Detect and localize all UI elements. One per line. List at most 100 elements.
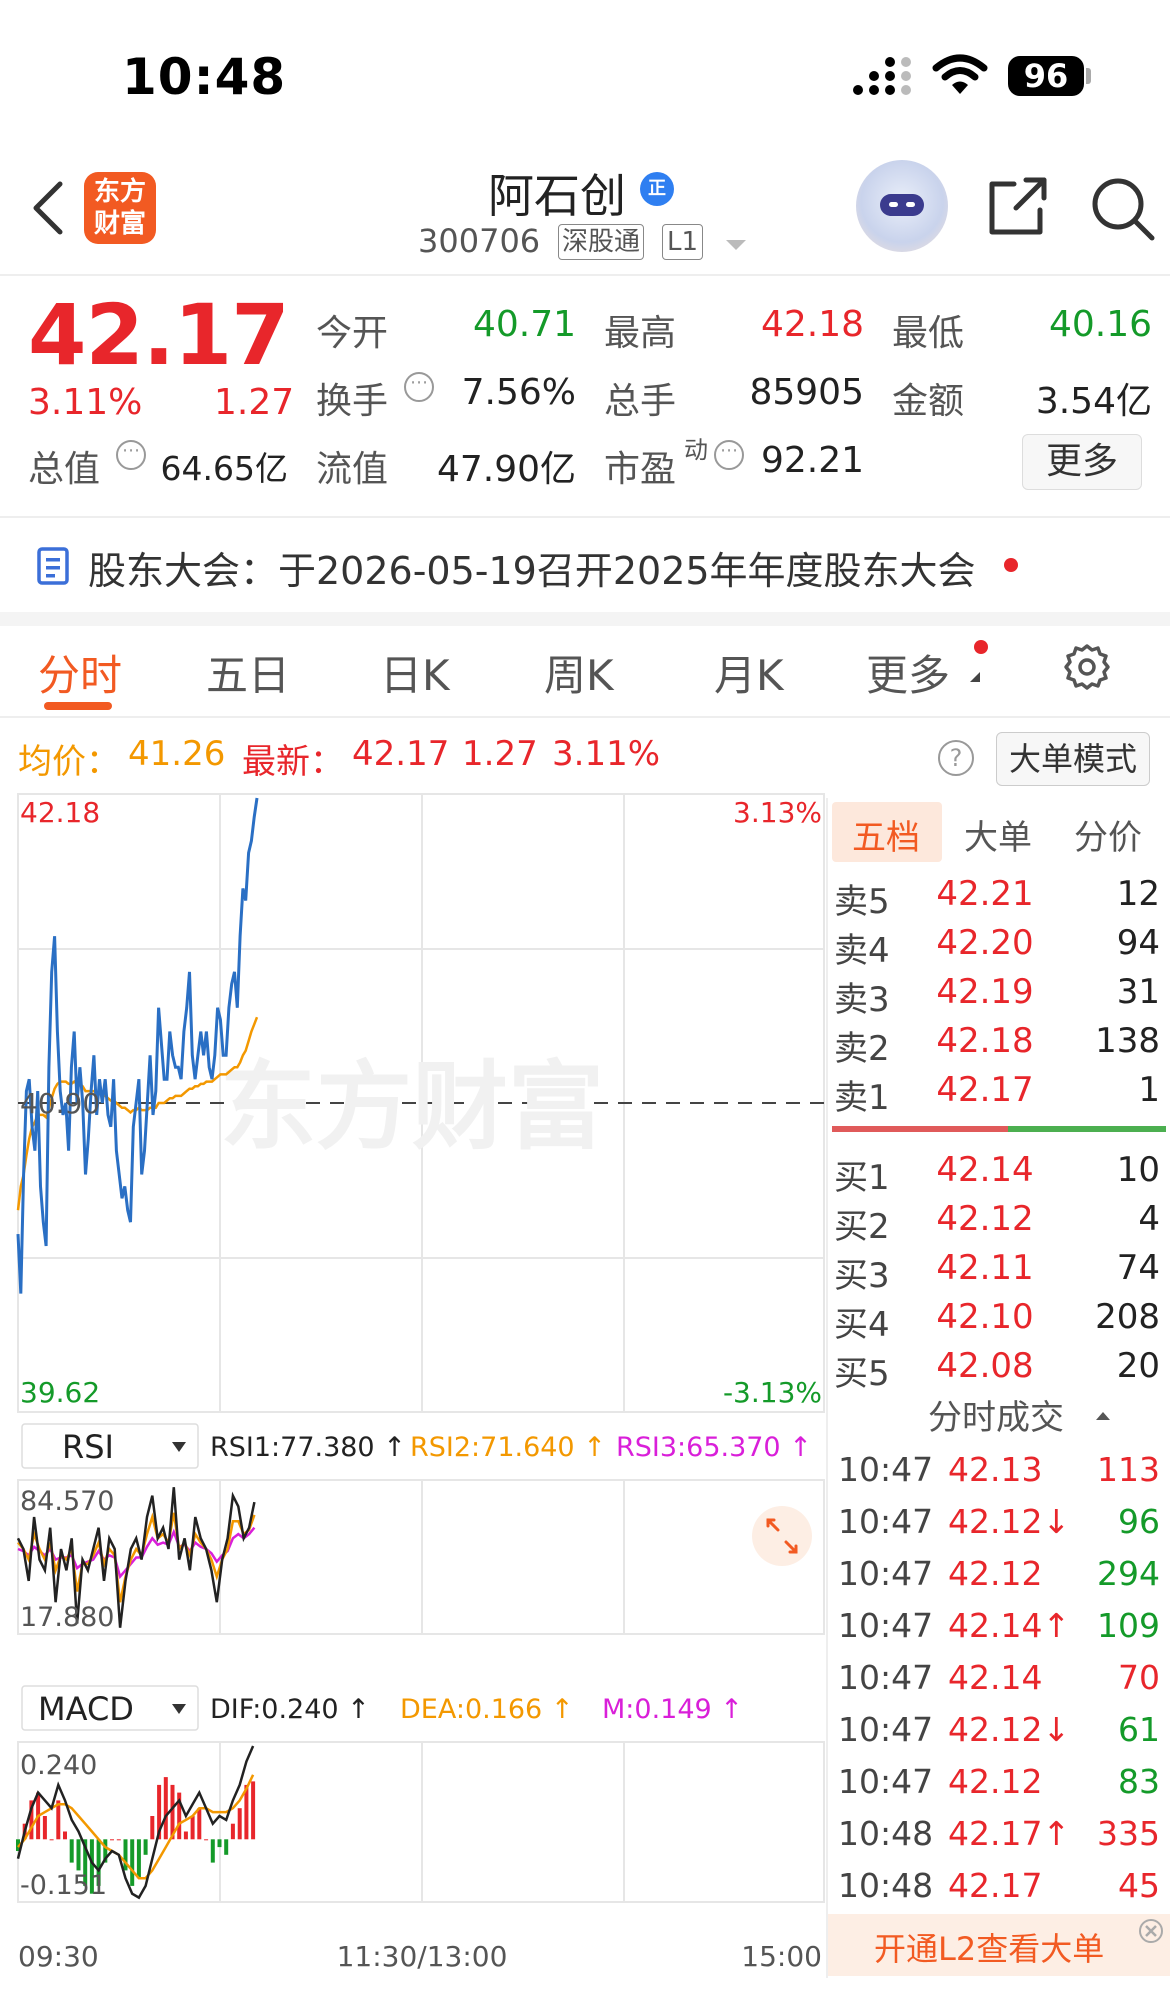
trade-time: 10:47: [838, 1658, 934, 1697]
tick-trade-row: 10:47 42.14 70: [828, 1658, 1170, 1710]
svg-text:MACD: MACD: [38, 1690, 134, 1728]
dea-label: DEA:0.166 ↑: [400, 1694, 573, 1725]
tab-weekly-k[interactable]: 周K: [544, 642, 614, 703]
level-label: 买4: [834, 1305, 890, 1345]
trade-price: 42.12: [948, 1762, 1043, 1801]
rsi-selector[interactable]: RSI: [21, 1423, 199, 1469]
help-icon[interactable]: ?: [938, 740, 974, 776]
nav-header: 东方 财富 阿石创 正 300706 深股通 L1: [0, 150, 1170, 274]
x-label-close: 15:00: [741, 1940, 822, 1973]
tab-daily-k[interactable]: 日K: [380, 642, 450, 703]
high-label: 最高: [604, 313, 677, 354]
market-cap-info-icon[interactable]: ⋯: [116, 440, 146, 470]
level-label: 买3: [834, 1256, 890, 1296]
trade-volume: 83: [1118, 1762, 1160, 1801]
trade-price: 42.12↓: [948, 1502, 1071, 1541]
macd-max-label: 0.240: [20, 1750, 97, 1781]
unread-dot: [1004, 558, 1018, 572]
trade-time: 10:47: [838, 1502, 934, 1541]
market-cap-label: 总值: [28, 449, 101, 490]
cellular-signal-icon: [853, 57, 911, 95]
expand-icon[interactable]: [752, 1506, 812, 1566]
bid-strength-bar: [1008, 1126, 1166, 1132]
big-order-mode-button[interactable]: 大单模式: [996, 732, 1150, 786]
tab-price-distribution[interactable]: 分价: [1074, 810, 1142, 859]
bid-row[interactable]: 买4 42.10 208: [828, 1297, 1170, 1345]
ask-row[interactable]: 卖2 42.18 138: [828, 1021, 1170, 1069]
macd-bar: [76, 1839, 81, 1871]
pct-max-label: 3.13%: [733, 796, 822, 829]
stock-switch-dropdown-icon[interactable]: [726, 240, 746, 250]
level-volume: 94: [1116, 923, 1160, 963]
rsi1-label: RSI1:77.380 ↑: [210, 1432, 406, 1463]
trade-time: 10:48: [838, 1814, 934, 1853]
prev-close-label: 40.90: [20, 1087, 100, 1120]
trade-price: 42.17↑: [948, 1814, 1071, 1853]
ask-row[interactable]: 卖5 42.21 12: [828, 874, 1170, 922]
bid-row[interactable]: 买3 42.11 74: [828, 1248, 1170, 1296]
level-price: 42.21: [936, 874, 1034, 914]
latest-percent-value: 3.11%: [552, 734, 661, 774]
collapse-caret-icon[interactable]: [1096, 1412, 1110, 1420]
bid-row[interactable]: 买2 42.12 4: [828, 1199, 1170, 1247]
status-time: 10:48: [122, 48, 287, 106]
macd-bar: [143, 1839, 148, 1855]
turnover-info-icon[interactable]: ⋯: [404, 372, 434, 402]
bid-row[interactable]: 买1 42.14 10: [828, 1150, 1170, 1198]
share-icon[interactable]: [986, 174, 1050, 238]
gear-icon[interactable]: [1062, 642, 1112, 692]
last-price: 42.17: [28, 286, 290, 384]
intraday-chart[interactable]: 东方财富 42.18 39.62 40.90 3.13% -3.13% RSI …: [0, 790, 826, 1980]
battery-indicator: 96: [1008, 56, 1084, 96]
trade-price: 42.14: [948, 1658, 1043, 1697]
level-volume: 31: [1116, 972, 1160, 1012]
macd-bar: [69, 1839, 74, 1863]
price-max-label: 42.18: [20, 796, 100, 829]
trade-volume: 113: [1097, 1450, 1160, 1489]
macd-bar: [183, 1831, 188, 1840]
latest-price-value: 42.17: [352, 734, 450, 774]
search-icon[interactable]: [1090, 176, 1156, 242]
watermark: 东方财富: [220, 1051, 604, 1163]
order-book-tabs: 五档 大单 分价: [828, 798, 1170, 862]
corner-indicator: [970, 672, 980, 682]
more-quote-button[interactable]: 更多: [1022, 434, 1142, 490]
tab-intraday[interactable]: 分时: [38, 642, 122, 703]
verified-badge: 正: [640, 172, 674, 206]
tab-big-orders[interactable]: 大单: [964, 810, 1032, 859]
trade-time: 10:48: [838, 1866, 934, 1905]
x-label-noon: 11:30/13:00: [337, 1940, 508, 1973]
rsi3-label: RSI3:65.370 ↑: [616, 1432, 812, 1463]
close-icon[interactable]: [1138, 1918, 1164, 1944]
l2-upgrade-banner[interactable]: 开通L2查看大单: [828, 1914, 1170, 1976]
ai-assistant-avatar[interactable]: [856, 160, 948, 252]
tab-more[interactable]: 更多: [866, 642, 950, 703]
ask-row[interactable]: 卖4 42.20 94: [828, 923, 1170, 971]
ask-row[interactable]: 卖3 42.19 31: [828, 972, 1170, 1020]
tab-monthly-k[interactable]: 月K: [714, 642, 784, 703]
tick-trades[interactable]: 分时成交 10:47 42.13 113 10:47 42.12↓ 96 10:47…: [828, 1390, 1170, 1910]
level-price: 42.17: [936, 1070, 1034, 1110]
volume-label: 总手: [604, 381, 677, 422]
market-cap-value: 64.65亿: [160, 449, 288, 488]
tab-five-day[interactable]: 五日: [206, 642, 290, 703]
macd-selector[interactable]: MACD: [21, 1685, 199, 1731]
intraday-info-row: 均价： 41.26 最新： 42.17 1.27 3.11% ? 大单模式: [0, 718, 1170, 792]
period-tabs: 分时 五日 日K 周K 月K 更多: [0, 626, 1170, 718]
tick-trades-title[interactable]: 分时成交: [928, 1390, 1064, 1439]
tick-trade-row: 10:47 42.13 113: [828, 1450, 1170, 1502]
macd-bar: [63, 1831, 67, 1840]
level-price: 42.10: [936, 1297, 1034, 1337]
macd-bar: [217, 1839, 222, 1848]
macd-bar: [210, 1839, 215, 1863]
open-value: 40.71: [472, 304, 576, 345]
tab-five-levels[interactable]: 五档: [852, 810, 920, 859]
announcement-bar[interactable]: 股东大会：于2026-05-19召开2025年年度股东大会: [0, 518, 1170, 614]
ask-row[interactable]: 卖1 42.17 1: [828, 1070, 1170, 1118]
avg-price-label: 均价：: [18, 742, 120, 782]
trade-price: 42.13: [948, 1450, 1043, 1489]
active-tab-indicator: [44, 702, 112, 710]
bid-row[interactable]: 买5 42.08 20: [828, 1346, 1170, 1394]
back-arrow-icon[interactable]: [28, 178, 68, 238]
stock-name: 阿石创: [488, 169, 626, 223]
